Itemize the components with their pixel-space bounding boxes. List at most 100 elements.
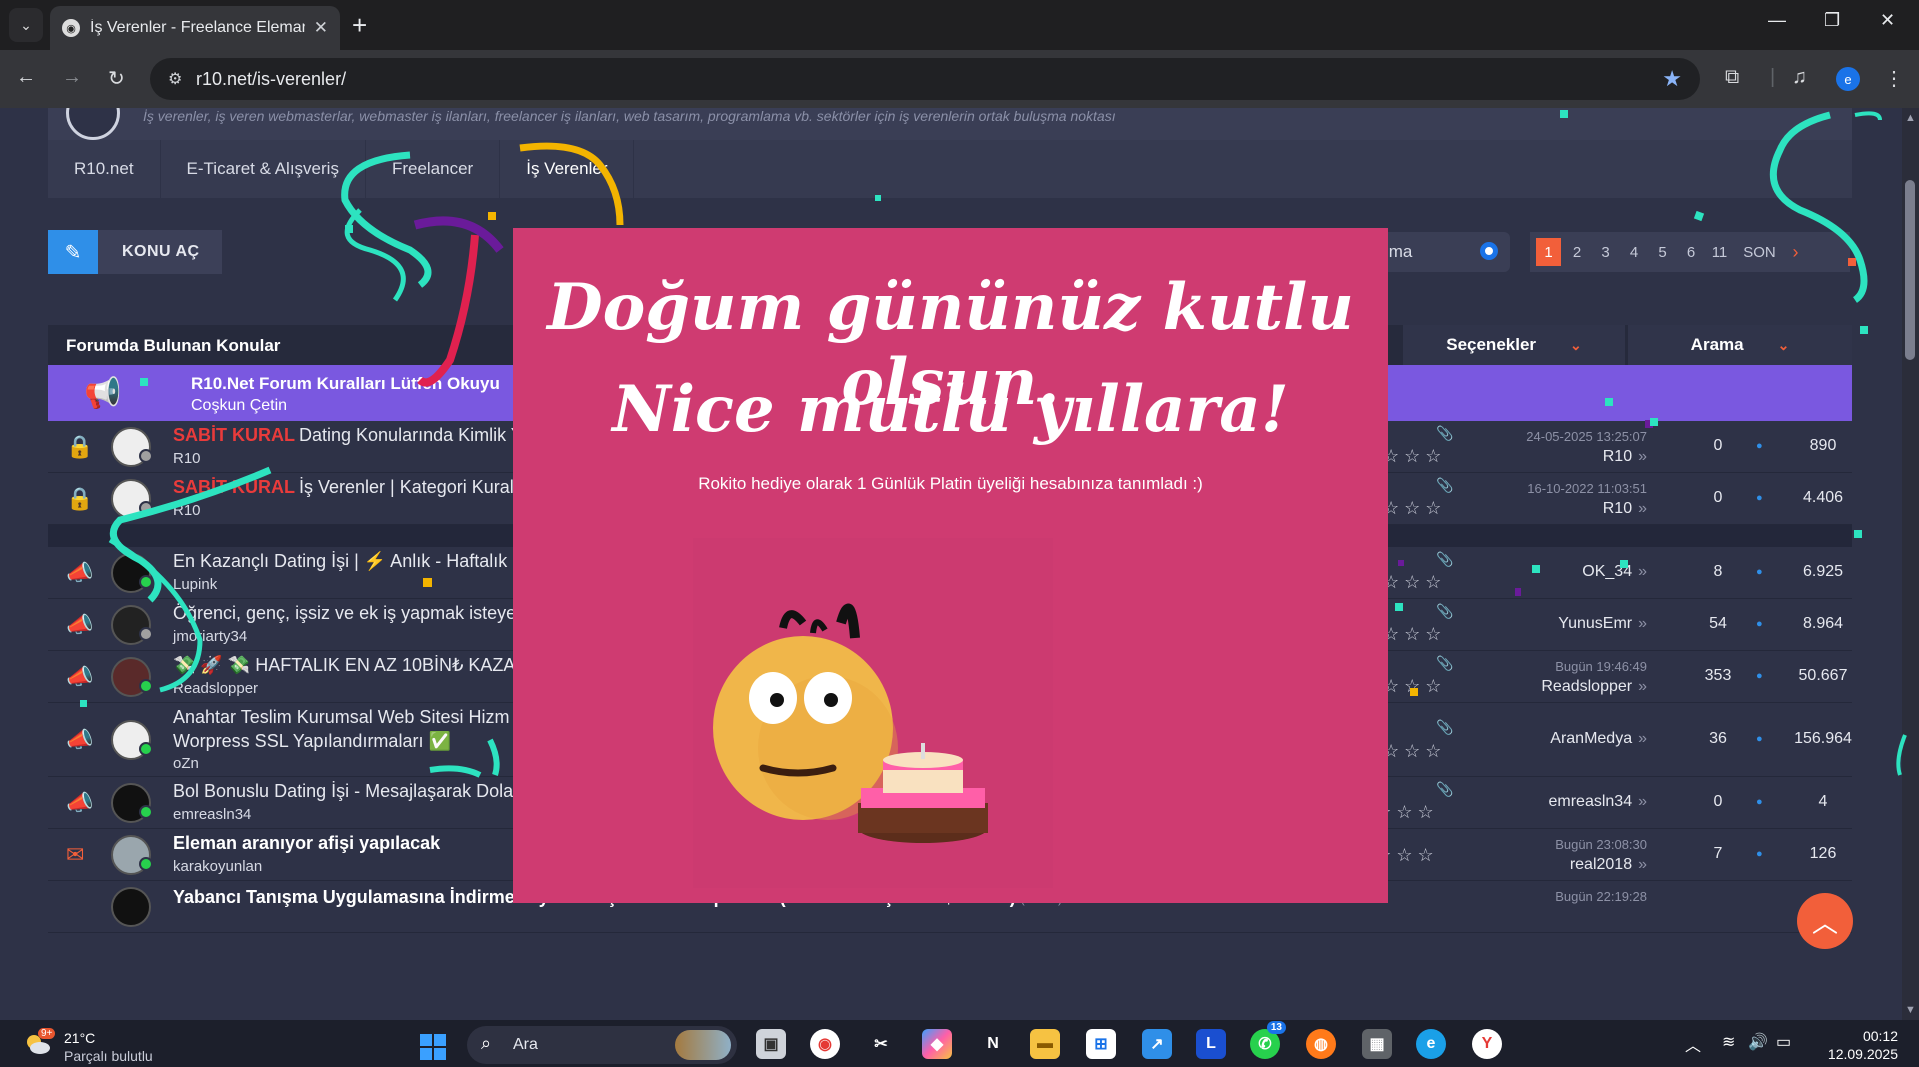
page-link-2[interactable]: 2 — [1565, 238, 1590, 266]
page-link-1[interactable]: 1 — [1536, 238, 1561, 266]
announcement-title[interactable]: R10.Net Forum Kuralları Lütfen Okuyu — [191, 374, 500, 394]
last-post-user[interactable]: R10» — [1603, 448, 1647, 466]
app-icon[interactable]: ↗ — [1142, 1029, 1172, 1059]
avatar[interactable] — [111, 427, 153, 467]
topic-title[interactable]: SABİT KURAL İş Verenler | Kategori Kural — [173, 477, 514, 498]
firefox-icon[interactable]: ◍ — [1306, 1029, 1336, 1059]
copilot-icon[interactable]: ◆ — [922, 1029, 952, 1059]
topic-title[interactable]: Bol Bonuslu Dating İşi - Mesajlaşarak Do… — [173, 781, 513, 802]
breadcrumb-item-eticaret[interactable]: E-Ticaret & Alışveriş — [161, 140, 366, 198]
breadcrumb-item-home[interactable]: R10.net — [48, 140, 161, 198]
profile-avatar[interactable]: e — [1836, 67, 1860, 91]
breadcrumb-item-is-verenler[interactable]: İş Verenler — [500, 140, 635, 198]
search-dropdown[interactable]: Arama ⌄ — [1628, 325, 1852, 365]
topic-author[interactable]: Lupink — [173, 576, 217, 593]
extensions-icon[interactable]: ⧉ — [1725, 66, 1739, 89]
topic-author[interactable]: jmoriarty34 — [173, 628, 247, 645]
new-topic-button[interactable]: ✎ KONU AÇ — [48, 230, 222, 274]
scrollbar-thumb[interactable] — [1905, 180, 1915, 360]
browser-menu-icon[interactable]: ⋮ — [1884, 66, 1904, 91]
topic-author[interactable]: karakoyunlan — [173, 858, 262, 875]
page-next-chevron-icon[interactable]: › — [1783, 238, 1808, 266]
address-bar[interactable]: ⚙ r10.net/is-verenler/ ★ — [150, 58, 1700, 100]
battery-icon[interactable]: ▭ — [1776, 1032, 1791, 1052]
l-app-icon[interactable]: L — [1196, 1029, 1226, 1059]
whatsapp-icon[interactable]: ✆ 13 — [1250, 1021, 1286, 1059]
windows-start-icon[interactable] — [420, 1034, 446, 1060]
avatar[interactable] — [111, 605, 153, 645]
announcement-author[interactable]: Coşkun Çetin — [191, 397, 287, 415]
clock-date[interactable]: 12.09.2025 — [1818, 1046, 1898, 1062]
tab-close-icon[interactable]: ✕ — [314, 18, 328, 38]
rating-stars[interactable]: ☆☆☆ — [1383, 624, 1446, 645]
topic-title-line2[interactable]: Worpress SSL Yapılandırmaları ✅ — [173, 731, 451, 752]
window-close-icon[interactable]: ✕ — [1880, 10, 1895, 31]
notion-n-icon[interactable]: N — [978, 1029, 1008, 1059]
breadcrumb-item-freelancer[interactable]: Freelancer — [366, 140, 501, 198]
topic-author[interactable]: R10 — [173, 502, 201, 519]
browser-tab-active[interactable]: ◉ İş Verenler - Freelance Eleman A ✕ — [50, 6, 340, 50]
tray-chevron-up-icon[interactable]: ︿ — [1685, 1032, 1701, 1056]
microsoft-store-icon[interactable]: ⊞ — [1086, 1029, 1116, 1059]
rating-stars[interactable]: ☆☆☆ — [1383, 498, 1446, 519]
avatar[interactable] — [111, 479, 153, 519]
theme-toggle-icon[interactable] — [1480, 242, 1498, 260]
topic-author[interactable]: Readslopper — [173, 680, 258, 697]
weather-condition[interactable]: Parçalı bulutlu — [64, 1048, 153, 1064]
forward-arrow-icon[interactable]: → — [62, 66, 82, 89]
chrome-icon[interactable]: ◉ — [810, 1029, 840, 1059]
topic-title[interactable]: Eleman aranıyor afişi yapılacak — [173, 833, 440, 854]
topic-title[interactable]: 💸 🚀 💸 HAFTALIK EN AZ 10BİN₺ KAZAN — [173, 655, 528, 676]
wifi-icon[interactable]: ≋ — [1722, 1032, 1735, 1052]
last-post-user[interactable]: OK_34» — [1582, 563, 1647, 581]
page-link-5[interactable]: 5 — [1650, 238, 1675, 266]
avatar[interactable] — [111, 887, 151, 927]
minimize-icon[interactable]: — — [1768, 10, 1786, 31]
page-link-6[interactable]: 6 — [1679, 238, 1704, 266]
avatar[interactable] — [111, 553, 153, 593]
options-dropdown[interactable]: Seçenekler ⌄ — [1403, 325, 1625, 365]
avatar[interactable] — [111, 720, 153, 760]
page-link-3[interactable]: 3 — [1593, 238, 1618, 266]
bookmark-star-icon[interactable]: ★ — [1662, 66, 1682, 92]
restore-icon[interactable]: ❐ — [1824, 10, 1840, 31]
calculator-icon[interactable]: ▦ — [1362, 1029, 1392, 1059]
scroll-up-arrow-icon[interactable]: ▲ — [1905, 112, 1916, 124]
page-link-last[interactable]: SON — [1740, 238, 1780, 266]
rating-stars[interactable]: ☆☆☆ — [1383, 676, 1446, 697]
last-post-user[interactable]: real2018» — [1570, 856, 1647, 874]
weather-temperature[interactable]: 21°C — [64, 1030, 95, 1046]
last-post-user[interactable]: AranMedya» — [1550, 730, 1647, 748]
page-link-11[interactable]: 11 — [1707, 238, 1732, 266]
clock-time[interactable]: 00:12 — [1818, 1028, 1898, 1044]
page-scrollbar[interactable]: ▲ ▼ — [1902, 108, 1919, 1020]
topic-title[interactable]: SABİT KURAL Dating Konularında Kimlik Y — [173, 425, 523, 446]
last-post-user[interactable]: YunusEmr» — [1558, 615, 1647, 633]
rating-stars[interactable]: ☆☆☆ — [1383, 446, 1446, 467]
edge-icon[interactable]: e — [1416, 1029, 1446, 1059]
address-url[interactable]: r10.net/is-verenler/ — [196, 69, 346, 90]
reload-icon[interactable]: ↻ — [108, 66, 125, 91]
scroll-down-arrow-icon[interactable]: ▼ — [1905, 1004, 1916, 1016]
topic-title[interactable]: En Kazançlı Dating İşi | ⚡ Anlık - Hafta… — [173, 551, 518, 572]
yandex-icon[interactable]: Y — [1472, 1029, 1502, 1059]
forum-search-input[interactable]: ıma — [1380, 232, 1510, 272]
topic-author[interactable]: emreasln34 — [173, 806, 251, 823]
rating-stars[interactable]: ☆☆☆ — [1383, 572, 1446, 593]
scroll-to-top-button[interactable]: ︿ — [1797, 893, 1853, 949]
avatar[interactable] — [111, 835, 153, 875]
page-link-4[interactable]: 4 — [1622, 238, 1647, 266]
last-post-user[interactable]: emreasln34» — [1548, 793, 1647, 811]
task-view-icon[interactable]: ▣ — [756, 1029, 786, 1059]
file-explorer-icon[interactable]: ▬ — [1030, 1029, 1060, 1059]
site-logo-globe-icon[interactable] — [66, 108, 120, 140]
back-arrow-icon[interactable]: ← — [16, 66, 36, 89]
birthday-modal[interactable]: Doğum gününüz kutlu olsun. Nice mutlu yı… — [513, 228, 1388, 903]
last-post-user[interactable]: R10» — [1603, 500, 1647, 518]
last-post-user[interactable]: Readslopper» — [1541, 678, 1647, 696]
avatar[interactable] — [111, 657, 153, 697]
tab-search-chevron-icon[interactable]: ⌄ — [9, 8, 43, 42]
avatar[interactable] — [111, 783, 153, 823]
capcut-icon[interactable]: ✂ — [866, 1029, 896, 1059]
topic-author[interactable]: R10 — [173, 450, 201, 467]
